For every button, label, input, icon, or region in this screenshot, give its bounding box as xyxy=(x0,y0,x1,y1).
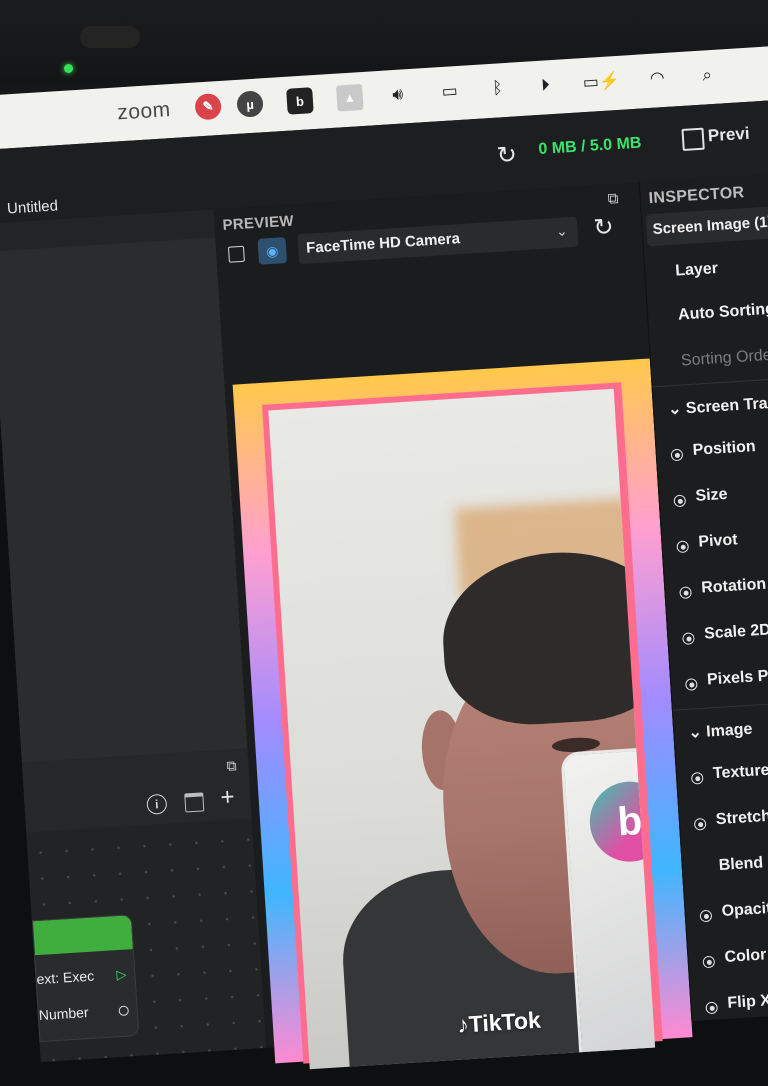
prop-scale-2d: Scale 2D xyxy=(703,621,768,643)
window-icon[interactable] xyxy=(184,792,205,813)
frame-border: b ♪TikTok xyxy=(261,382,663,1070)
prop-pixels-per-unit: Pixels Per U xyxy=(706,666,768,689)
number-port-icon[interactable] xyxy=(118,1005,130,1017)
prop-pivot: Pivot xyxy=(697,531,739,551)
popout-icon[interactable]: ⧉ xyxy=(607,190,619,208)
add-node-icon[interactable]: + xyxy=(220,783,236,812)
camera-icon[interactable]: ◉ xyxy=(257,237,288,265)
visual-scripting-panel: ⧉ i + ext: Exec ▷ Number xyxy=(21,748,268,1063)
node-header xyxy=(32,915,133,956)
reload-preview-icon[interactable]: ↻ xyxy=(593,213,615,243)
prop-color: Color xyxy=(724,946,767,966)
camera-indicator-light xyxy=(64,64,73,73)
camera-feed: b ♪TikTok xyxy=(268,388,656,1070)
volume-icon[interactable]: 🔊︎ xyxy=(384,81,412,109)
prop-texture: Texture xyxy=(712,761,768,783)
box-app-icon[interactable]: b xyxy=(286,87,314,115)
radio-icon[interactable] xyxy=(679,586,692,600)
refresh-icon[interactable]: ↻ xyxy=(496,140,518,170)
exec-port-icon[interactable]: ▷ xyxy=(116,967,127,984)
preview-panel-title: PREVIEW xyxy=(222,212,295,235)
drive-triangle-icon[interactable]: ▲ xyxy=(336,83,364,112)
preview-button[interactable]: Previ xyxy=(707,124,750,147)
wifi-icon[interactable]: ◠ xyxy=(643,65,671,93)
radio-icon[interactable] xyxy=(670,448,684,462)
prop-size: Size xyxy=(695,485,729,505)
scene-panel xyxy=(0,209,249,763)
duplicate-icon[interactable] xyxy=(227,245,245,263)
storage-usage: 0 MB / 5.0 MB xyxy=(537,134,642,159)
display-icon[interactable]: ▭ xyxy=(436,78,464,106)
camera-source-value: FaceTime HD Camera xyxy=(305,230,461,257)
auto-sorting-label[interactable]: Auto Sorting xyxy=(678,301,768,325)
play-circle-icon[interactable]: ⏵ xyxy=(532,72,560,100)
radio-icon[interactable] xyxy=(705,1001,719,1015)
tiktok-watermark: ♪TikTok xyxy=(456,1006,542,1038)
node-port-exec-label: ext: Exec xyxy=(36,967,95,988)
popout-icon[interactable]: ⧉ xyxy=(226,757,237,775)
project-title: Untitled xyxy=(6,197,59,218)
radio-icon[interactable] xyxy=(684,678,698,691)
rainbow-frame: b ♪TikTok xyxy=(232,358,693,1070)
radio-icon[interactable] xyxy=(699,909,713,923)
graph-toolbar: ⧉ i + xyxy=(21,748,252,833)
camera-source-select[interactable]: FaceTime HD Camera ⌄ xyxy=(297,216,579,265)
prop-rotation: Rotation xyxy=(700,575,767,597)
bezel-smudge xyxy=(80,26,140,48)
chevron-down-icon: ⌄ xyxy=(555,222,569,240)
graph-node[interactable]: ext: Exec ▷ Number xyxy=(31,914,140,1043)
battery-charging-icon[interactable]: ▭⚡ xyxy=(582,68,620,96)
node-port-number-label: Number xyxy=(38,1004,90,1024)
prop-opacity: Opacity xyxy=(721,899,768,921)
search-icon[interactable]: ⌕ xyxy=(693,62,721,90)
radio-icon[interactable] xyxy=(690,771,704,785)
selected-object-label: Screen Image (1) xyxy=(652,213,768,239)
preview-panel: PREVIEW ⧉ ◉ FaceTime HD Camera ⌄ ↻ b ♪Ti… xyxy=(213,182,693,1070)
bluetooth-icon[interactable]: ᛒ xyxy=(484,75,512,103)
info-icon[interactable]: i xyxy=(146,793,168,815)
layer-label[interactable]: Layer xyxy=(675,260,719,281)
phone-sticker: b xyxy=(587,779,656,865)
divider xyxy=(652,375,768,388)
prop-position: Position xyxy=(692,438,757,459)
prop-flip-x: Flip X xyxy=(726,992,768,1012)
radio-icon[interactable] xyxy=(702,955,716,969)
section-screen-transform[interactable]: ⌄ Screen Trans xyxy=(667,392,768,419)
inspector-object-select[interactable]: Screen Image (1) xyxy=(645,203,768,247)
radio-icon[interactable] xyxy=(682,632,695,645)
radio-icon[interactable] xyxy=(676,540,690,554)
prop-stretch-mode: Stretch Mo xyxy=(715,806,768,829)
utorrent-icon[interactable]: µ xyxy=(236,90,264,118)
radio-icon[interactable] xyxy=(693,817,707,831)
divider xyxy=(672,699,768,711)
radio-icon[interactable] xyxy=(673,494,687,508)
section-image[interactable]: ⌄ Image xyxy=(688,719,753,743)
screen: zoom ✎ µ b ▲ 🔊︎ ▭ ᛒ ⏵ ▭⚡ ◠ ⌕ ↻ 0 MB / 5.… xyxy=(0,44,768,1070)
qr-code-icon[interactable] xyxy=(681,127,705,151)
inspector-title: INSPECTOR xyxy=(648,184,745,208)
prop-blend-mode: Blend Mode xyxy=(718,851,768,875)
chat-bubble-icon[interactable]: ✎ xyxy=(194,92,222,121)
zoom-menu-label[interactable]: zoom xyxy=(117,98,172,125)
sorting-order-label: Sorting Order xyxy=(680,346,768,370)
